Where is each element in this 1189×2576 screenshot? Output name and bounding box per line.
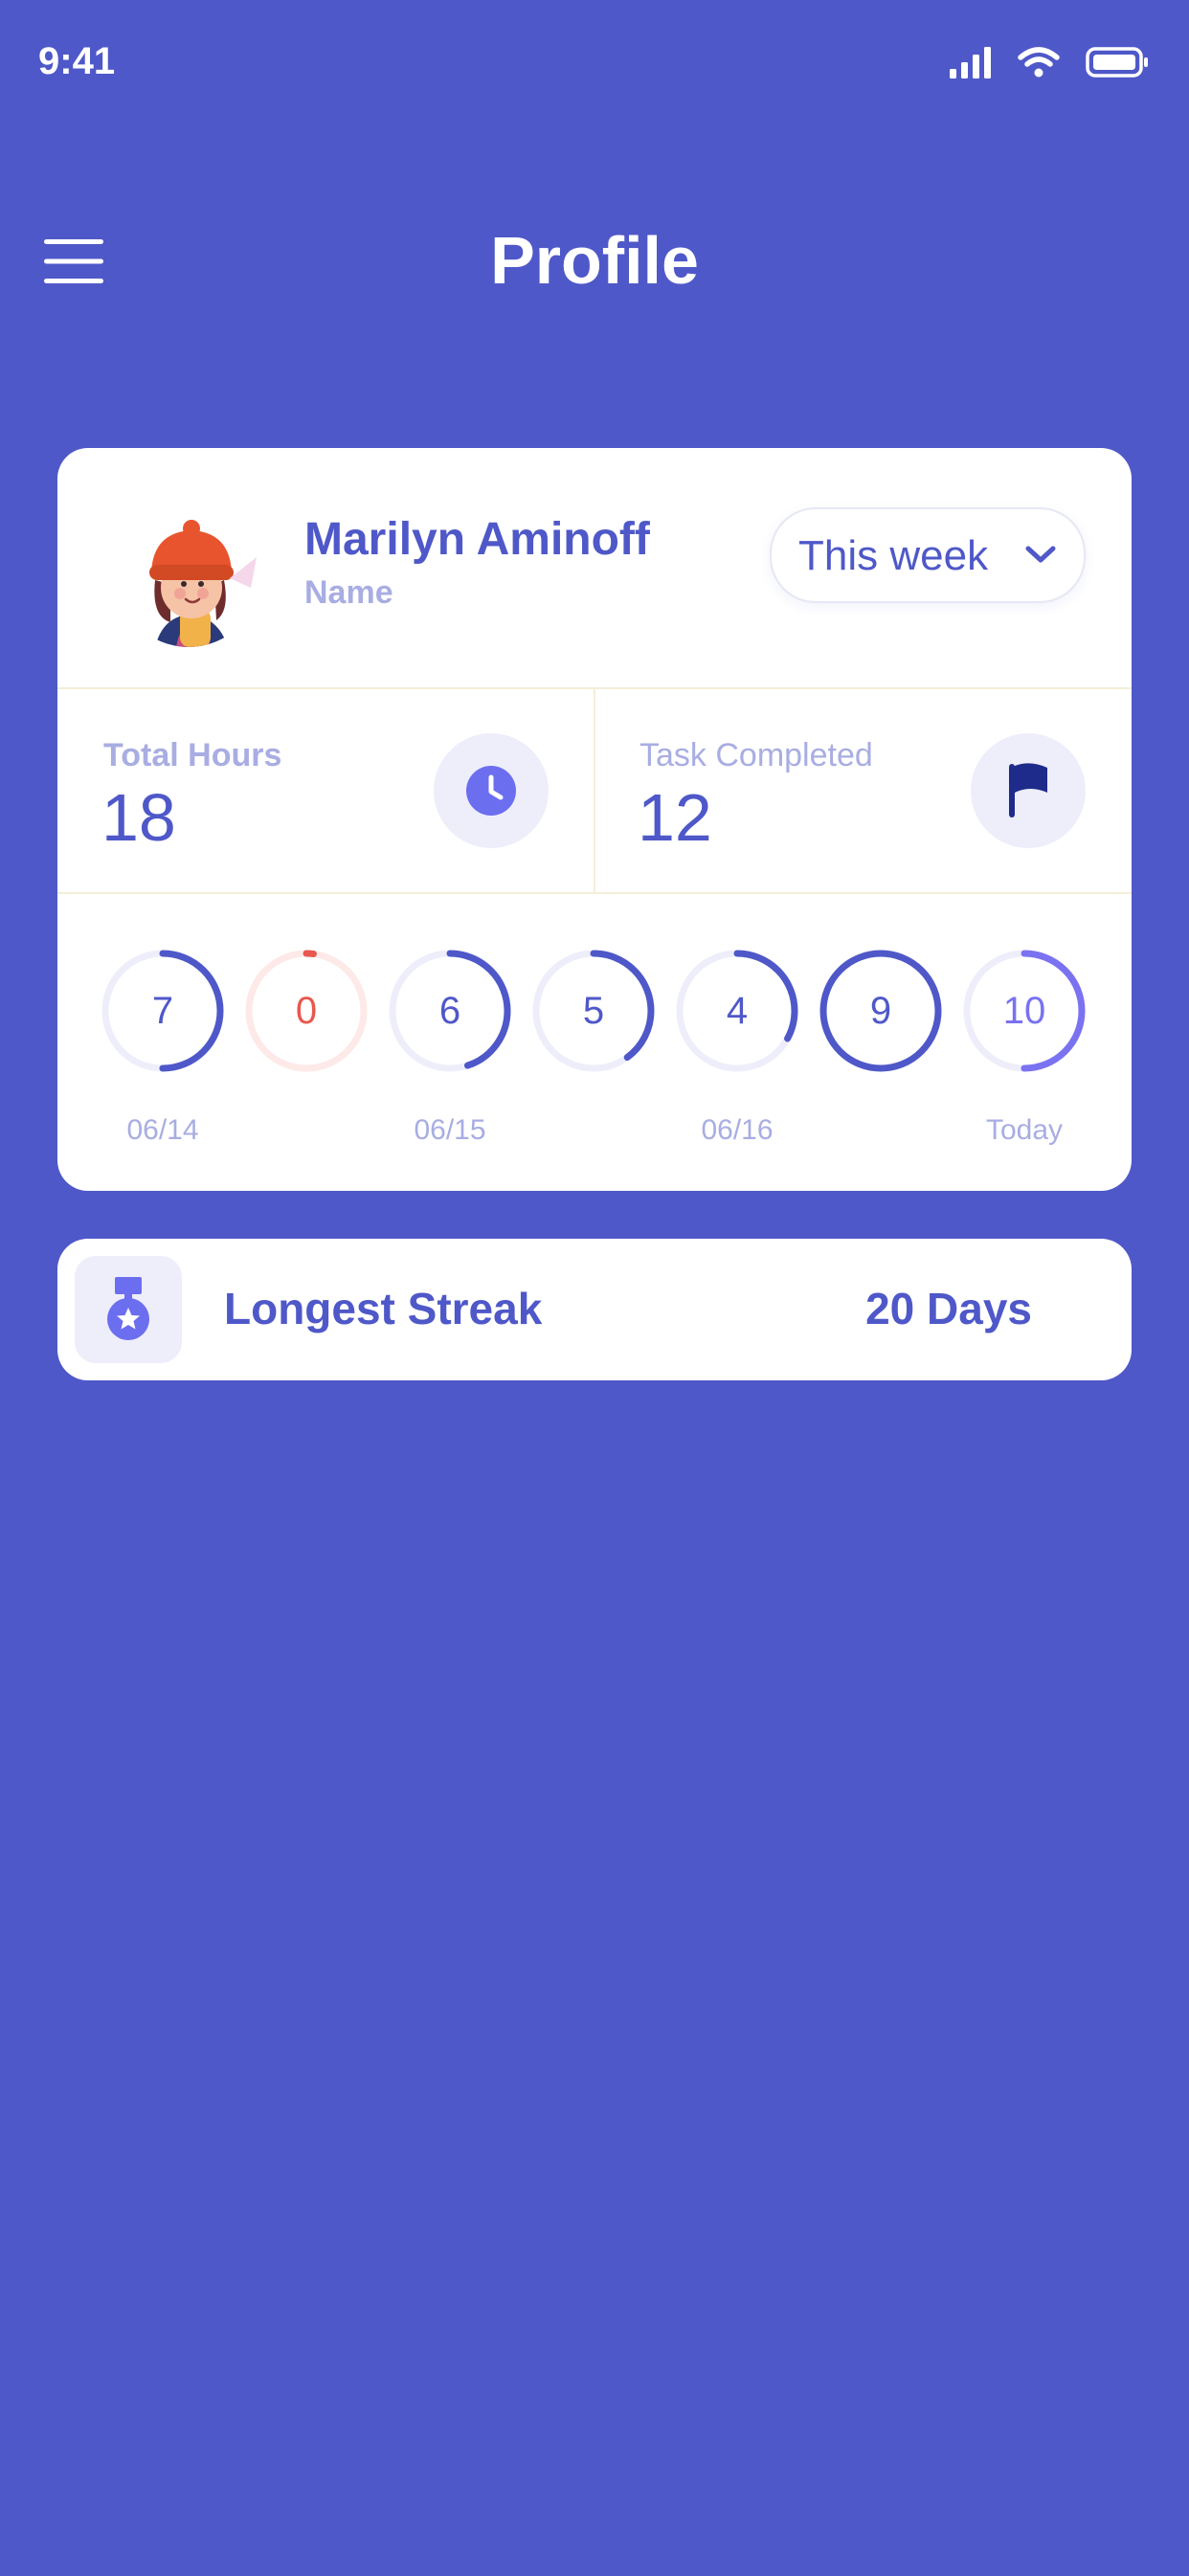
task-completed-value: 12 bbox=[638, 780, 712, 855]
medal-icon bbox=[107, 1277, 149, 1340]
day-ring[interactable]: 6 bbox=[385, 946, 515, 1076]
day-ring[interactable]: 5 bbox=[528, 946, 659, 1076]
battery-icon bbox=[1086, 47, 1148, 78]
day-ring[interactable]: 0 bbox=[241, 946, 371, 1076]
total-hours-value: 18 bbox=[101, 780, 176, 855]
clock-icon bbox=[466, 766, 516, 816]
task-completed-label: Task Completed bbox=[639, 737, 873, 773]
range-select[interactable]: This week bbox=[770, 507, 1086, 603]
clock-icon-badge bbox=[434, 733, 549, 848]
streak-value: 20 Days bbox=[865, 1284, 1032, 1333]
flag-icon bbox=[1009, 763, 1047, 818]
ring-value: 0 bbox=[295, 990, 318, 1032]
day-ring[interactable]: 4 bbox=[672, 946, 802, 1076]
page-title: Profile bbox=[490, 223, 699, 298]
daily-hours-rings: 7 0 6 5 4 9 10 bbox=[98, 946, 1103, 1080]
streak-card[interactable]: Longest Streak 20 Days bbox=[57, 1239, 1132, 1380]
range-select-value: This week bbox=[798, 532, 989, 579]
avatar[interactable] bbox=[117, 504, 260, 647]
date-label: Today bbox=[985, 1114, 1064, 1146]
day-ring[interactable]: 7 bbox=[98, 946, 228, 1076]
flag-icon-badge bbox=[971, 733, 1086, 848]
user-name-caption: Name bbox=[304, 574, 393, 611]
signal-icon bbox=[950, 47, 991, 78]
day-ring[interactable]: 10 bbox=[959, 946, 1089, 1076]
user-name: Marilyn Aminoff bbox=[304, 514, 650, 565]
day-ring[interactable]: 9 bbox=[816, 946, 946, 1076]
medal-icon-badge bbox=[75, 1256, 182, 1363]
status-icons bbox=[950, 46, 1151, 78]
date-label: 06/15 bbox=[414, 1114, 486, 1146]
chevron-down-icon bbox=[1025, 546, 1056, 563]
ring-value: 4 bbox=[726, 990, 749, 1032]
streak-label: Longest Streak bbox=[224, 1284, 543, 1333]
ring-value: 7 bbox=[151, 990, 174, 1032]
status-time: 9:41 bbox=[38, 40, 116, 82]
date-label: 06/16 bbox=[701, 1114, 774, 1146]
date-label: 06/14 bbox=[126, 1114, 199, 1146]
total-hours-label: Total Hours bbox=[103, 737, 282, 773]
profile-card: Marilyn Aminoff Name This week Total Hou… bbox=[57, 448, 1132, 1191]
ring-value: 6 bbox=[438, 990, 461, 1032]
ring-value: 9 bbox=[869, 990, 892, 1032]
ring-value: 10 bbox=[1002, 990, 1046, 1032]
ring-value: 5 bbox=[582, 990, 605, 1032]
divider bbox=[594, 689, 595, 892]
wifi-icon bbox=[1018, 47, 1060, 78]
divider bbox=[57, 892, 1132, 894]
